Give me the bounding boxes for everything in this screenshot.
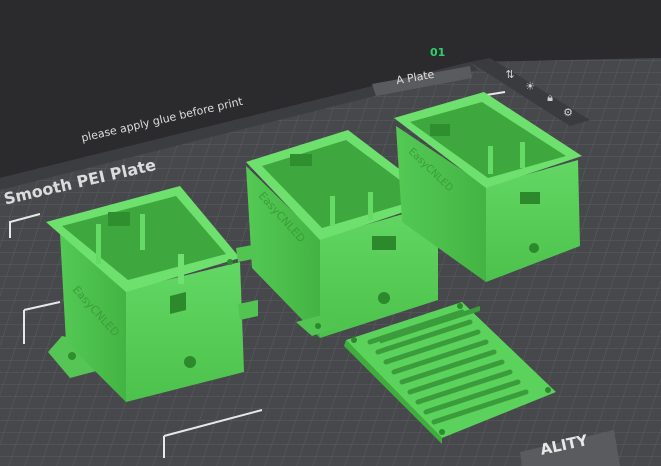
plate-number[interactable]: 01 bbox=[430, 46, 445, 59]
sun-icon[interactable]: ☀ bbox=[520, 76, 540, 96]
settings-icon[interactable]: ⚙ bbox=[558, 102, 578, 122]
3d-viewport[interactable]: EasyCNLED EasyCNLED EasyCNLED bbox=[0, 0, 661, 466]
arrange-icon[interactable]: ⇅ bbox=[500, 64, 520, 84]
lock-icon[interactable]: 🔒︎ bbox=[540, 88, 560, 108]
